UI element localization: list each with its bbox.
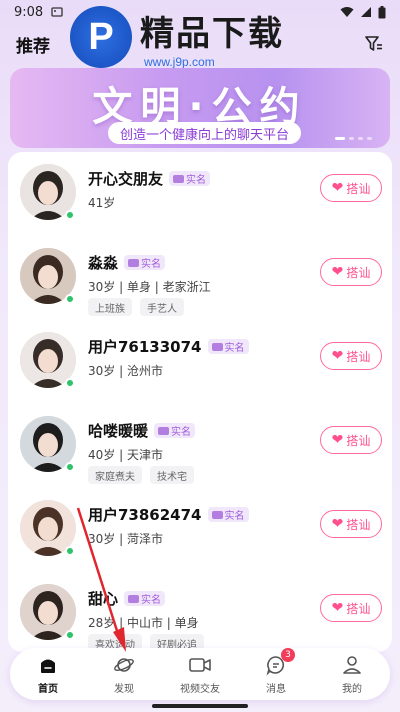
online-status-dot — [65, 210, 75, 220]
promo-banner[interactable]: 文明·公约 创造一个健康向上的聊天平台 — [10, 68, 390, 148]
chat-up-button[interactable]: ❤ 搭讪 — [320, 510, 382, 538]
user-tags: 上班族 手艺人 — [88, 298, 184, 316]
user-meta: 30岁 | 单身 | 老家浙江 — [88, 280, 211, 294]
verified-badge: 实名 — [154, 423, 196, 438]
pager-dot — [335, 137, 345, 140]
online-status-dot — [65, 462, 75, 472]
notification-icon — [51, 7, 63, 17]
user-meta: 40岁 | 天津市 — [88, 448, 163, 462]
online-status-dot — [65, 546, 75, 556]
verified-badge: 实名 — [207, 507, 249, 522]
id-card-icon — [128, 258, 140, 267]
profile-icon — [343, 655, 361, 674]
bottom-navigation: 首页 发现 视频交友 3 消息 我的 — [10, 647, 390, 700]
nav-item-home[interactable]: 首页 — [13, 654, 83, 695]
user-card[interactable]: 用户76133074 实名 30岁 | 沧州市 ❤ 搭讪 — [8, 322, 392, 406]
gesture-bar — [152, 704, 248, 708]
online-status-dot — [65, 378, 75, 388]
id-card-icon — [211, 510, 223, 519]
heart-icon: ❤ — [331, 348, 344, 364]
nav-item-profile[interactable]: 我的 — [317, 654, 387, 695]
user-meta: 30岁 | 沧州市 — [88, 364, 163, 378]
id-card-icon — [173, 174, 185, 183]
user-card[interactable]: 用户73862474 实名 30岁 | 菏泽市 ❤ 搭讪 — [8, 490, 392, 574]
chat-up-button[interactable]: ❤ 搭讪 — [320, 174, 382, 202]
user-tag: 家庭煮夫 — [88, 466, 142, 484]
user-tags: 家庭煮夫 技术宅 — [88, 466, 194, 484]
user-name: 哈喽暖暖 — [88, 422, 149, 440]
online-status-dot — [65, 630, 75, 640]
signal-icon — [361, 7, 371, 17]
banner-pager — [335, 137, 372, 140]
nav-item-discover[interactable]: 发现 — [89, 654, 159, 695]
nav-label: 发现 — [114, 683, 134, 695]
user-card[interactable]: 开心交朋友 实名 41岁 ❤ 搭讪 — [8, 154, 392, 238]
nav-label: 视频交友 — [180, 683, 220, 695]
page-title: 推荐 — [16, 36, 50, 57]
nav-item-messages[interactable]: 3 消息 — [241, 647, 311, 695]
chat-up-button[interactable]: ❤ 搭讪 — [320, 594, 382, 622]
chat-up-button[interactable]: ❤ 搭讪 — [320, 258, 382, 286]
heart-icon: ❤ — [331, 600, 344, 616]
verified-badge: 实名 — [124, 255, 166, 270]
banner-subtitle: 创造一个健康向上的聊天平台 — [108, 122, 302, 144]
home-icon — [41, 659, 55, 673]
video-icon — [189, 657, 211, 672]
online-status-dot — [65, 294, 75, 304]
id-card-icon — [158, 426, 170, 435]
user-tag: 技术宅 — [150, 466, 194, 484]
user-name: 甜心 — [88, 590, 119, 608]
wifi-icon — [340, 7, 354, 17]
verified-badge: 实名 — [169, 171, 211, 186]
id-card-icon — [128, 594, 140, 603]
pager-dot — [358, 137, 363, 140]
user-list: 开心交朋友 实名 41岁 ❤ 搭讪 淼淼 实名 30岁 | 单身 | 老家浙江 上班族 手艺人 ❤ 搭… — [8, 152, 392, 652]
status-bar: 9:08 — [0, 0, 400, 24]
nav-label: 我的 — [342, 683, 362, 695]
filter-icon[interactable] — [364, 35, 384, 53]
user-name: 用户73862474 — [88, 506, 202, 524]
user-meta: 30岁 | 菏泽市 — [88, 532, 163, 546]
user-meta: 41岁 — [88, 196, 116, 210]
nav-label: 首页 — [38, 683, 58, 695]
user-name: 用户76133074 — [88, 338, 202, 356]
top-header: 推荐 — [0, 24, 400, 64]
message-count-badge: 3 — [281, 647, 295, 662]
user-tag: 上班族 — [88, 298, 132, 316]
user-tag: 手艺人 — [140, 298, 184, 316]
chat-up-button[interactable]: ❤ 搭讪 — [320, 342, 382, 370]
user-name: 开心交朋友 — [88, 170, 164, 188]
status-time: 9:08 — [14, 4, 44, 20]
battery-icon — [378, 5, 386, 18]
user-card[interactable]: 甜心 实名 28岁 | 中山市 | 单身 喜欢运动 好剧必追 ❤ 搭讪 — [8, 574, 392, 652]
verified-badge: 实名 — [124, 591, 166, 606]
nav-item-video[interactable]: 视频交友 — [165, 654, 235, 695]
user-name: 淼淼 — [88, 254, 119, 272]
verified-badge: 实名 — [207, 339, 249, 354]
heart-icon: ❤ — [331, 180, 344, 196]
pager-dot — [367, 137, 372, 140]
nav-label: 消息 — [266, 683, 286, 695]
id-card-icon — [211, 342, 223, 351]
pager-dot — [349, 137, 354, 140]
heart-icon: ❤ — [331, 516, 344, 532]
planet-icon — [114, 657, 134, 672]
chat-up-button[interactable]: ❤ 搭讪 — [320, 426, 382, 454]
user-card[interactable]: 哈喽暖暖 实名 40岁 | 天津市家庭煮夫 技术宅 ❤ 搭讪 — [8, 406, 392, 490]
user-meta: 28岁 | 中山市 | 单身 — [88, 616, 199, 630]
heart-icon: ❤ — [331, 264, 344, 280]
heart-icon: ❤ — [331, 432, 344, 448]
user-card[interactable]: 淼淼 实名 30岁 | 单身 | 老家浙江上班族 手艺人 ❤ 搭讪 — [8, 238, 392, 322]
